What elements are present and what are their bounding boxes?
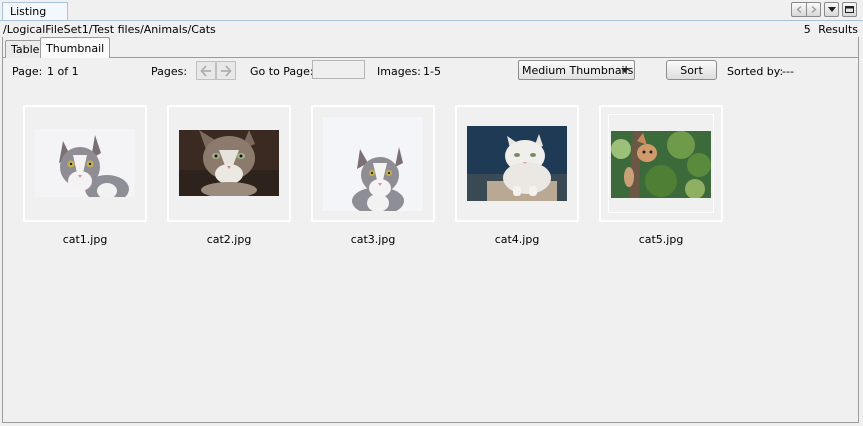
images-label: Images: [377, 65, 421, 78]
results-label: Results [818, 23, 858, 36]
images-value: 1-5 [423, 65, 441, 78]
prev-page-button[interactable] [196, 61, 216, 80]
thumbnail-cat5[interactable] [599, 105, 723, 222]
forward-icon[interactable] [806, 2, 821, 17]
arrow-left-icon [200, 64, 211, 77]
tab-thumbnail-label: Thumbnail [46, 42, 105, 55]
thumbnail-cat1[interactable] [23, 105, 147, 222]
page-nav [196, 61, 236, 80]
cat-photo-icon [467, 126, 567, 201]
next-page-button[interactable] [216, 61, 236, 80]
pages-label: Pages: [151, 65, 188, 78]
listing-window-tab[interactable]: Listing [2, 2, 68, 21]
sorted-by-value: --- [782, 65, 794, 78]
thumbnail-cat1-caption: cat1.jpg [62, 233, 108, 246]
thumbnail-cat2[interactable] [167, 105, 291, 222]
thumbnail-cat2-caption: cat2.jpg [206, 233, 252, 246]
window-controls [791, 2, 857, 17]
cat-photo-icon [611, 131, 711, 198]
chevron-down-icon [621, 68, 629, 73]
sort-button-label: Sort [680, 64, 703, 77]
thumbnail-cat4[interactable] [455, 105, 579, 222]
maximize-icon[interactable] [842, 2, 857, 17]
sorted-by-label: Sorted by: [727, 65, 784, 78]
current-path: /LogicalFileSet1/Test files/Animals/Cats [3, 23, 216, 36]
results-count: 5 Results [800, 23, 858, 36]
thumbnail-size-value: Medium Thumbnails [522, 64, 634, 77]
results-number: 5 [803, 23, 811, 36]
goto-page-input[interactable] [312, 60, 365, 79]
tab-table-label: Table [11, 43, 40, 56]
thumbnail-cat3[interactable] [311, 105, 435, 222]
goto-page-label: Go to Page: [250, 65, 314, 78]
back-icon[interactable] [791, 2, 806, 17]
dropdown-icon[interactable] [824, 2, 839, 17]
cat-photo-icon [323, 117, 423, 211]
thumbnail-cat3-caption: cat3.jpg [350, 233, 396, 246]
panel-top-border [2, 57, 859, 58]
tab-thumbnail[interactable]: Thumbnail [40, 37, 111, 58]
listing-window-tab-label: Listing [10, 5, 47, 18]
cat-photo-icon [35, 129, 135, 197]
cat-photo-icon [179, 130, 279, 196]
page-label: Page: [12, 65, 43, 78]
thumbnail-cat4-caption: cat4.jpg [494, 233, 540, 246]
thumbnail-size-select[interactable]: Medium Thumbnails [518, 60, 635, 80]
window-tab-divider [0, 20, 863, 21]
sort-button[interactable]: Sort [666, 60, 717, 80]
page-value: 1 of 1 [47, 65, 79, 78]
thumbnail-cat5-caption: cat5.jpg [638, 233, 684, 246]
arrow-right-icon [221, 64, 232, 77]
thumbnail-panel [2, 37, 859, 423]
